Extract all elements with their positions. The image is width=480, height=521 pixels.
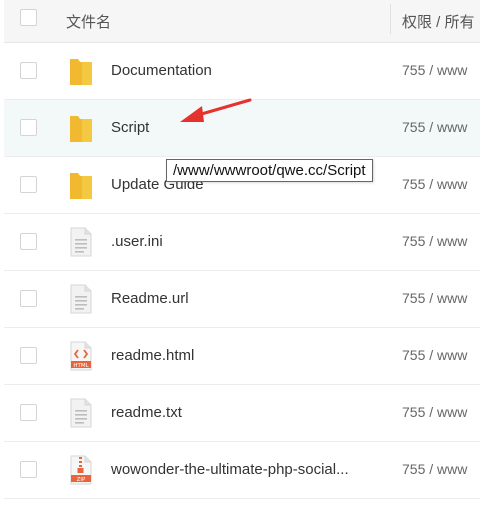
folder-icon bbox=[70, 173, 92, 199]
file-name[interactable]: readme.html bbox=[111, 347, 194, 364]
file-name[interactable]: Documentation bbox=[111, 62, 212, 79]
folder-icon bbox=[70, 116, 92, 142]
file-icon bbox=[70, 284, 92, 314]
table-row[interactable]: HTML readme.html 755 / www bbox=[4, 328, 480, 385]
file-name[interactable]: readme.txt bbox=[111, 404, 182, 421]
file-icon bbox=[70, 227, 92, 257]
row-checkbox[interactable] bbox=[20, 233, 37, 250]
row-checkbox[interactable] bbox=[20, 461, 37, 478]
row-checkbox[interactable] bbox=[20, 347, 37, 364]
file-table: 文件名 权限 / 所有 Documentation 755 / www Scri… bbox=[4, 0, 480, 499]
html-file-icon: HTML bbox=[70, 341, 92, 371]
file-permission[interactable]: 755 / www bbox=[402, 119, 467, 135]
table-row[interactable]: Documentation 755 / www bbox=[4, 43, 480, 100]
file-permission[interactable]: 755 / www bbox=[402, 347, 467, 363]
annotation-arrow-icon bbox=[180, 98, 252, 122]
table-row[interactable]: Readme.url 755 / www bbox=[4, 271, 480, 328]
file-permission[interactable]: 755 / www bbox=[402, 176, 467, 192]
select-all-checkbox[interactable] bbox=[20, 9, 37, 26]
path-tooltip: /www/wwwroot/qwe.cc/Script bbox=[166, 159, 373, 182]
file-permission[interactable]: 755 / www bbox=[402, 233, 467, 249]
row-checkbox[interactable] bbox=[20, 404, 37, 421]
file-name[interactable]: Script bbox=[111, 119, 149, 136]
file-name[interactable]: Readme.url bbox=[111, 290, 189, 307]
file-permission[interactable]: 755 / www bbox=[402, 290, 467, 306]
file-permission[interactable]: 755 / www bbox=[402, 404, 467, 420]
file-permission[interactable]: 755 / www bbox=[402, 62, 467, 78]
file-permission[interactable]: 755 / www bbox=[402, 461, 467, 477]
table-row[interactable]: readme.txt 755 / www bbox=[4, 385, 480, 442]
column-divider[interactable] bbox=[390, 4, 391, 34]
file-name[interactable]: wowonder-the-ultimate-php-social... bbox=[111, 461, 349, 478]
row-checkbox[interactable] bbox=[20, 290, 37, 307]
column-header-permissions[interactable]: 权限 / 所有 bbox=[402, 11, 475, 32]
file-icon bbox=[70, 398, 92, 428]
row-checkbox[interactable] bbox=[20, 176, 37, 193]
table-row[interactable]: ZIP wowonder-the-ultimate-php-social... … bbox=[4, 442, 480, 499]
row-checkbox[interactable] bbox=[20, 119, 37, 136]
column-header-filename[interactable]: 文件名 bbox=[66, 11, 111, 32]
file-name[interactable]: .user.ini bbox=[111, 233, 163, 250]
row-checkbox[interactable] bbox=[20, 62, 37, 79]
svg-text:HTML: HTML bbox=[73, 363, 89, 369]
table-row[interactable]: .user.ini 755 / www bbox=[4, 214, 480, 271]
svg-text:ZIP: ZIP bbox=[77, 477, 86, 483]
zip-file-icon: ZIP bbox=[70, 455, 92, 485]
folder-icon bbox=[70, 59, 92, 85]
table-header: 文件名 权限 / 所有 bbox=[4, 0, 480, 43]
